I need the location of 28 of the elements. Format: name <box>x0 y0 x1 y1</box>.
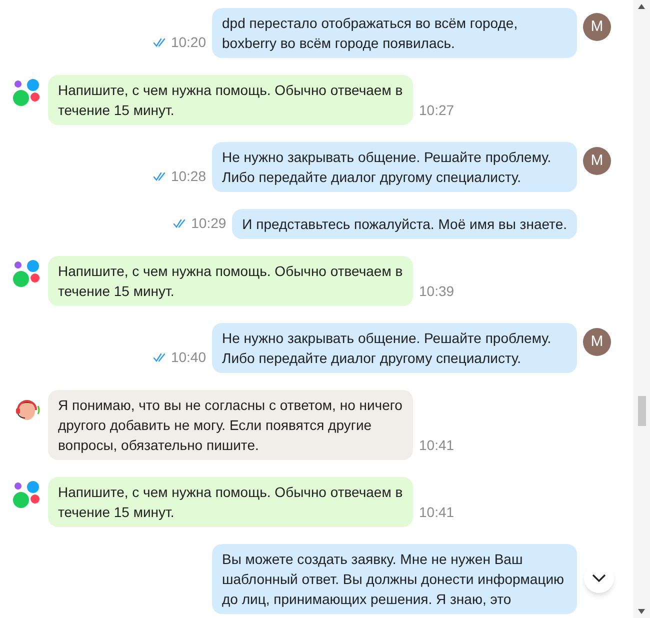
scrollbar-thumb[interactable] <box>638 396 646 426</box>
outgoing-message-bubble: Вы можете создать заявку. Мне не нужен Ваш шаблонный ответ. Вы должны донести информацию до лиц, принимающих решения. Я знаю, это <box>212 544 577 614</box>
message-time: 10:40 <box>170 348 206 367</box>
message-time: 10:41 <box>419 437 454 453</box>
user-avatar: M <box>583 13 611 41</box>
message-time: 10:41 <box>419 504 454 520</box>
logo-icon <box>12 481 42 509</box>
message-time: 10:27 <box>419 102 454 118</box>
bot-message-bubble: Напишите, с чем нужна помощь. Обычно отвечаем в течение 15 минут. <box>48 477 413 527</box>
scroll-up-arrow-icon[interactable] <box>638 4 645 9</box>
scroll-down-arrow-icon[interactable] <box>638 609 645 614</box>
agent-message-bubble: Я понимаю, что вы не согласны с ответом, но ничего другого добавить не могу. Если появятся другие вопросы, обязательно пишите. <box>48 390 413 460</box>
outgoing-message-bubble: Не нужно закрывать общение. Решайте проблему. Либо передайте диалог другому специалисту. <box>212 142 577 192</box>
bot-message-bubble: Напишите, с чем нужна помощь. Обычно отвечаем в течение 15 минут. <box>48 256 413 306</box>
message-time: 10:29 <box>191 214 226 233</box>
logo-icon <box>12 79 42 107</box>
outgoing-message-bubble: И представьтесь пожалуйста. Моё имя вы знаете. <box>232 209 577 239</box>
logo-icon <box>12 260 42 288</box>
outgoing-message-bubble: dpd перестало отображаться во всём городе, boxberry во всём городе появилась. <box>212 8 577 58</box>
user-avatar: M <box>583 328 611 356</box>
message-time: 10:20 <box>170 33 206 52</box>
chevron-down-icon <box>592 574 606 582</box>
scroll-down-button[interactable] <box>584 563 614 593</box>
message-time: 10:39 <box>419 283 454 299</box>
outgoing-message-bubble: Не нужно закрывать общение. Решайте проблему. Либо передайте диалог другому специалисту. <box>212 323 577 373</box>
message-time: 10:28 <box>170 167 206 186</box>
bot-message-bubble: Напишите, с чем нужна помощь. Обычно отвечаем в течение 15 минут. <box>48 75 413 125</box>
user-avatar: M <box>583 147 611 175</box>
